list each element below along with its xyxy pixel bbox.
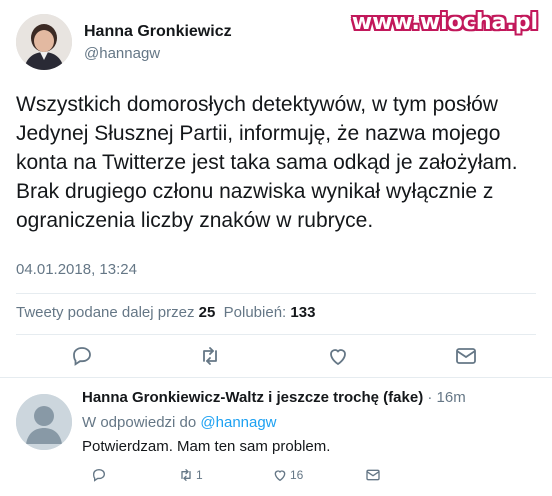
reply-author-name[interactable]: Hanna Gronkiewicz-Waltz i jeszcze trochę… bbox=[82, 389, 423, 406]
like-icon bbox=[274, 470, 286, 482]
retweet-icon[interactable] bbox=[198, 344, 222, 368]
author-handle[interactable]: @hannagw bbox=[84, 45, 232, 62]
reply-like-count: 16 bbox=[290, 468, 304, 482]
reply-header: Hanna Gronkiewicz-Waltz i jeszcze trochę… bbox=[82, 389, 466, 406]
divider bbox=[16, 293, 536, 294]
tweet-actions bbox=[0, 340, 552, 372]
tweet-text-line: Jedynej Słusznej Partii, informuję, że n… bbox=[16, 122, 501, 145]
likes-label: Polubień: bbox=[223, 304, 287, 321]
reply-actions: 1 16 bbox=[0, 464, 552, 486]
reply-message-button[interactable] bbox=[365, 466, 383, 484]
retweets-count[interactable]: 25 bbox=[199, 304, 216, 321]
retweets-label: Tweety podane dalej przez bbox=[16, 304, 195, 321]
reply-to: W odpowiedzi do @hannagw bbox=[82, 414, 277, 431]
reply-retweet-button[interactable]: 1 bbox=[178, 466, 203, 484]
reply-to-label: W odpowiedzi do bbox=[82, 414, 197, 431]
reply-to-mention[interactable]: @hannagw bbox=[200, 414, 276, 431]
default-avatar[interactable] bbox=[16, 394, 72, 450]
tweet-timestamp[interactable]: 04.01.2018, 13:24 bbox=[16, 261, 137, 278]
tweet-stats: Tweety podane dalej przez 25 Polubień: 1… bbox=[16, 304, 315, 321]
reply-reply-button[interactable] bbox=[91, 466, 109, 484]
reply-text: Potwierdzam. Mam ten sam problem. bbox=[82, 438, 331, 455]
message-icon bbox=[366, 469, 380, 481]
tweet-text-line: konta na Twitterze jest taka sama odkąd … bbox=[16, 151, 518, 174]
retweet-icon bbox=[181, 469, 191, 481]
watermark: www.wiocha.pl bbox=[351, 10, 538, 35]
tweet-text-line: Brak drugiego członu nazwiska wynikał wy… bbox=[16, 180, 494, 203]
reply-like-button[interactable]: 16 bbox=[272, 466, 303, 484]
reply-retweet-count: 1 bbox=[196, 468, 203, 482]
author-name[interactable]: Hanna Gronkiewicz bbox=[84, 23, 232, 41]
reply-icon[interactable] bbox=[70, 344, 94, 368]
message-icon[interactable] bbox=[454, 344, 478, 368]
tweet-text-line: ograniczenia liczby znaków w rubryce. bbox=[16, 209, 374, 232]
tweet-text-line: Wszystkich domorosłych detektywów, w tym… bbox=[16, 93, 498, 116]
avatar[interactable] bbox=[16, 14, 72, 70]
reply-tweet[interactable]: Hanna Gronkiewicz-Waltz i jeszcze trochę… bbox=[0, 378, 552, 496]
likes-count[interactable]: 133 bbox=[290, 304, 315, 321]
reply-time[interactable]: · 16m bbox=[427, 389, 465, 406]
divider bbox=[16, 334, 536, 335]
like-icon[interactable] bbox=[326, 344, 350, 368]
reply-icon bbox=[92, 468, 106, 482]
tweet-text: Wszystkich domorosłych detektywów, w tym… bbox=[16, 90, 536, 235]
tweet-header: Hanna Gronkiewicz @hannagw bbox=[16, 13, 232, 71]
